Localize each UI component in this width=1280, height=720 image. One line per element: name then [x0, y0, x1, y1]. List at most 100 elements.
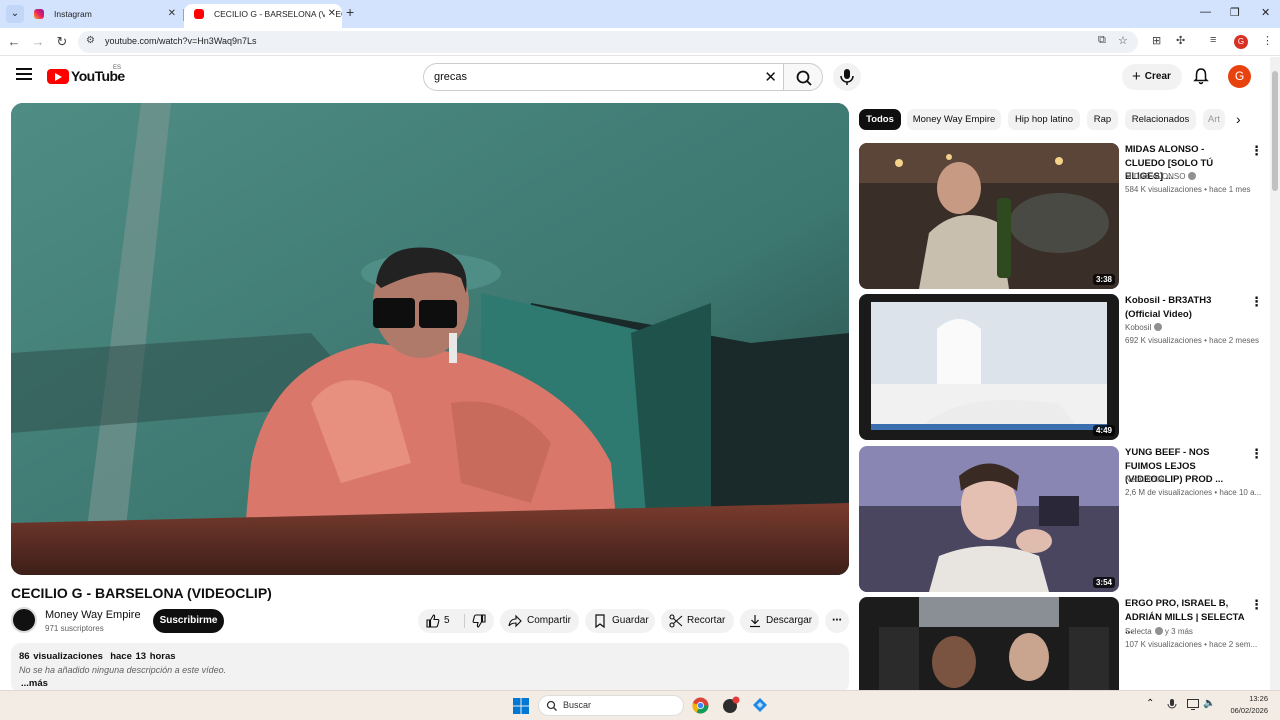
tab-instagram[interactable]: Instagram ✕: [24, 4, 182, 28]
search-query: grecas: [434, 71, 468, 83]
recommendation-meta: 584 K visualizaciones • hace 1 mes: [1125, 185, 1251, 194]
chip-todos[interactable]: Todos: [859, 109, 901, 130]
verified-badge-icon: [1188, 172, 1197, 180]
recommendation-channel[interactable]: Kobosil: [1125, 323, 1163, 332]
chip-art[interactable]: Art: [1203, 109, 1225, 130]
hamburger-menu-icon[interactable]: [16, 68, 32, 80]
show-hidden-icons-icon[interactable]: ⌃: [1146, 698, 1154, 709]
bookmark-star-icon[interactable]: ☆: [1118, 34, 1128, 47]
browser-profile-avatar[interactable]: G: [1234, 35, 1248, 49]
app-icon[interactable]: [722, 696, 740, 714]
channel-avatar[interactable]: [11, 607, 37, 633]
restore-icon[interactable]: ❐: [1230, 6, 1240, 19]
network-app-icon[interactable]: [752, 697, 768, 713]
more-options-icon[interactable]: ⋮: [1250, 294, 1263, 310]
subscribe-button[interactable]: Suscribirme: [153, 609, 224, 633]
recommendation-thumbnail[interactable]: 3:38: [859, 143, 1119, 289]
dislike-button[interactable]: [465, 609, 494, 633]
windows-start-icon[interactable]: [513, 698, 529, 714]
video-title: CECILIO G - BARSELONA (VIDEOCLIP): [11, 585, 272, 601]
search-icon: [796, 70, 812, 86]
microphone-tray-icon[interactable]: [1167, 699, 1177, 712]
network-tray-icon[interactable]: [1187, 699, 1199, 710]
scrollbar-thumb[interactable]: [1272, 71, 1278, 191]
video-duration: 3:38: [1092, 274, 1115, 285]
more-actions-icon[interactable]: ⋯: [825, 609, 849, 633]
minimize-icon[interactable]: —: [1200, 6, 1211, 18]
install-app-icon[interactable]: ⧉: [1098, 34, 1106, 47]
chrome-app-icon[interactable]: [692, 697, 709, 714]
chip-hip-hop-latino[interactable]: Hip hop latino: [1008, 109, 1080, 130]
clear-search-icon[interactable]: ✕: [764, 68, 777, 86]
like-button[interactable]: 5: [418, 609, 464, 633]
extensions-icon[interactable]: ✣: [1176, 34, 1185, 47]
recommendation-channel[interactable]: Selecta y 3 más: [1125, 627, 1193, 636]
recommendation-title[interactable]: Kobosil - BR3ATH3 (Official Video): [1125, 294, 1247, 321]
download-button[interactable]: Descargar: [740, 609, 819, 633]
more-options-icon[interactable]: ⋮: [1250, 446, 1263, 462]
share-button[interactable]: Compartir: [500, 609, 579, 633]
video-player[interactable]: [11, 103, 849, 575]
browser-menu-icon[interactable]: ⋮: [1262, 34, 1273, 47]
chip-relacionados[interactable]: Relacionados: [1125, 109, 1196, 130]
tab-youtube[interactable]: CECILIO G - BARSELONA (VIDEO ✕: [184, 4, 342, 28]
create-button[interactable]: + Crear: [1122, 64, 1182, 90]
search-button[interactable]: [783, 63, 823, 91]
subscriber-count: 971 suscriptores: [45, 624, 104, 633]
share-label: Compartir: [527, 615, 571, 626]
channel-name[interactable]: Money Way Empire: [45, 609, 141, 621]
recommendation-channel[interactable]: Neon Knife: [1125, 475, 1165, 484]
description-box[interactable]: 86 visualizaciones hace 13 horas No se h…: [11, 643, 849, 693]
back-icon[interactable]: ←: [4, 32, 24, 52]
close-tab-icon[interactable]: ✕: [168, 4, 176, 24]
reload-icon[interactable]: ↻: [52, 32, 72, 52]
more-options-icon[interactable]: ⋮: [1250, 597, 1263, 613]
taskbar-search-placeholder: Buscar: [563, 700, 592, 710]
scissors-icon: [669, 614, 683, 628]
save-button[interactable]: Guardar: [585, 609, 655, 633]
chip-money-way-empire[interactable]: Money Way Empire: [907, 109, 1001, 130]
user-avatar[interactable]: G: [1228, 65, 1251, 88]
tab-search-button[interactable]: ⌄: [6, 5, 24, 23]
thumbnail-image: [859, 597, 1119, 690]
clock-date[interactable]: 06/02/2026: [1230, 706, 1268, 715]
clip-button[interactable]: Recortar: [661, 609, 734, 633]
chevron-right-icon[interactable]: ›: [1236, 111, 1241, 127]
tab-title: CECILIO G - BARSELONA (VIDEO: [214, 9, 342, 19]
translate-icon[interactable]: ⊞: [1152, 34, 1161, 47]
save-label: Guardar: [612, 615, 649, 626]
video-stats: 86 visualizaciones hace 13 horas: [19, 651, 176, 662]
thumbs-up-icon: [426, 614, 440, 628]
site-info-icon[interactable]: ⚙: [86, 35, 95, 46]
address-bar[interactable]: ⚙ youtube.com/watch?v=Hn3Waq9n7Ls ⧉ ☆: [78, 31, 1138, 53]
volume-tray-icon[interactable]: 🔈: [1203, 698, 1215, 709]
new-tab-button[interactable]: +: [346, 4, 354, 20]
view-count: 86 visualizaciones: [19, 651, 103, 662]
notifications-bell-icon[interactable]: [1192, 67, 1210, 85]
verified-badge-icon: [1154, 627, 1163, 635]
show-more-link[interactable]: ...más: [21, 678, 48, 689]
close-window-icon[interactable]: ✕: [1261, 6, 1270, 19]
plus-icon: +: [1132, 68, 1141, 85]
youtube-favicon-icon: [194, 9, 204, 19]
video-duration: 4:49: [1092, 425, 1115, 436]
clock-time[interactable]: 13:26: [1249, 694, 1268, 703]
more-options-icon[interactable]: ⋮: [1250, 143, 1263, 159]
chip-rap[interactable]: Rap: [1087, 109, 1118, 130]
recommendation-thumbnail[interactable]: 3:54: [859, 446, 1119, 592]
forward-icon[interactable]: →: [28, 32, 48, 52]
search-icon: [546, 700, 557, 711]
close-tab-icon[interactable]: ✕: [324, 4, 336, 24]
taskbar-search[interactable]: Buscar: [538, 695, 684, 716]
recommendation-channel[interactable]: MIDAS ALONSO: [1125, 172, 1197, 181]
recommendation-thumbnail[interactable]: [859, 597, 1119, 690]
recommendation-thumbnail[interactable]: 4:49: [859, 294, 1119, 440]
youtube-header: YouTube ES grecas ✕ + Crear G: [0, 57, 1270, 97]
channel-label: MIDAS ALONSO: [1125, 172, 1186, 181]
bookmark-icon: [595, 614, 605, 628]
description-text: No se ha añadido ninguna descripción a e…: [19, 665, 227, 675]
media-control-icon[interactable]: ≡: [1210, 34, 1216, 46]
search-input[interactable]: grecas ✕: [423, 63, 783, 91]
voice-search-button[interactable]: [833, 63, 861, 91]
page-scrollbar[interactable]: [1270, 57, 1280, 690]
